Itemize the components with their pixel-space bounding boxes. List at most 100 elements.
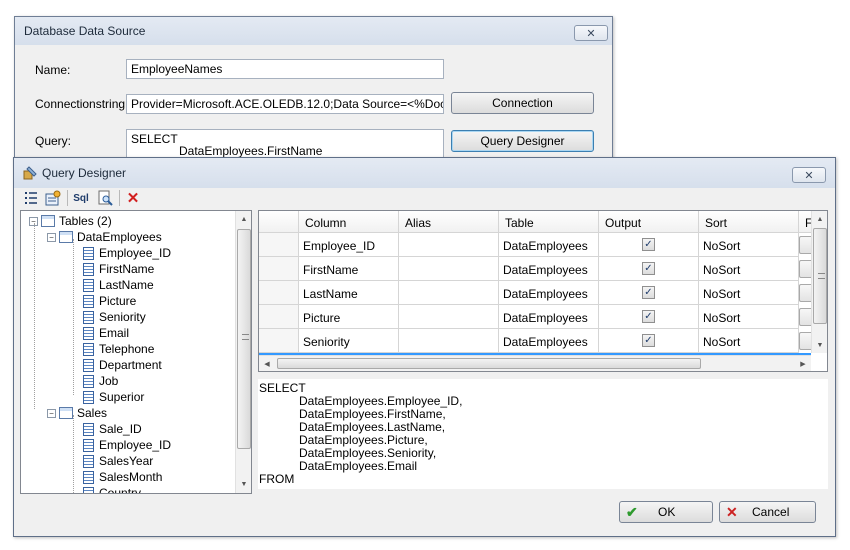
tree-root[interactable]: − Tables (2) xyxy=(29,213,112,229)
collapse-toggle-icon[interactable]: − xyxy=(47,232,56,242)
tree-column[interactable]: SalesYear xyxy=(83,453,153,469)
column-icon xyxy=(83,438,94,452)
grid-cell-dropdown-button[interactable] xyxy=(799,332,811,350)
grid-cell-alias[interactable] xyxy=(399,305,499,329)
grid-cell-output[interactable]: ✓ xyxy=(599,257,699,281)
grid-cell-dropdown-button[interactable] xyxy=(799,260,811,278)
name-field[interactable]: EmployeeNames xyxy=(126,59,444,79)
grid-row-selector[interactable] xyxy=(259,257,299,281)
grid-cell-sort[interactable]: NoSort xyxy=(699,305,799,329)
tree-column[interactable]: Country xyxy=(83,485,141,493)
grid-column-header[interactable]: Sort xyxy=(699,211,799,233)
scroll-left-arrow-icon[interactable]: ◀ xyxy=(259,356,275,371)
tree-column[interactable]: Superior xyxy=(83,389,144,405)
grid-cell-sort[interactable]: NoSort xyxy=(699,281,799,305)
grid-row-selector[interactable] xyxy=(259,305,299,329)
grid-hscroll-thumb[interactable] xyxy=(277,358,701,369)
grid-cell-table[interactable]: DataEmployees xyxy=(499,233,599,257)
grid-cell-table[interactable]: DataEmployees xyxy=(499,305,599,329)
tree-column[interactable]: Employee_ID xyxy=(83,245,171,261)
grid-cell-alias[interactable] xyxy=(399,281,499,305)
tree-column[interactable]: Picture xyxy=(83,293,136,309)
sql-text-area[interactable]: SELECT DataEmployees.Employee_ID, DataEm… xyxy=(258,379,828,489)
collapse-toggle-icon[interactable]: − xyxy=(47,408,56,418)
preview-icon[interactable] xyxy=(96,189,114,207)
connectionstring-field[interactable]: Provider=Microsoft.ACE.OLEDB.12.0;Data S… xyxy=(126,94,444,114)
datasource-close-button[interactable]: ✕ xyxy=(574,25,608,41)
grid-cell-output[interactable]: ✓ xyxy=(599,305,699,329)
scroll-down-arrow-icon[interactable]: ▼ xyxy=(236,476,251,492)
designer-close-button[interactable]: ✕ xyxy=(792,167,826,183)
output-checkbox[interactable]: ✓ xyxy=(642,310,655,323)
tree-table[interactable]: − Sales xyxy=(47,405,107,421)
grid-cell-alias[interactable] xyxy=(399,257,499,281)
column-icon xyxy=(83,326,94,340)
output-checkbox[interactable]: ✓ xyxy=(642,334,655,347)
tree-item-label: LastName xyxy=(99,278,154,292)
grid-cell-alias[interactable] xyxy=(399,329,499,353)
grid-row-selector[interactable] xyxy=(259,233,299,257)
columns-grid[interactable]: Column Alias Table Output Sort F Employee_ID Da… xyxy=(258,210,828,372)
grid-cell-dropdown-button[interactable] xyxy=(799,236,811,254)
grid-cell-output[interactable]: ✓ xyxy=(599,329,699,353)
properties-icon[interactable] xyxy=(44,189,62,207)
tree-column[interactable]: Email xyxy=(83,325,129,341)
tree-vertical-scrollbar[interactable]: ▲ ▼ xyxy=(235,211,251,493)
grid-cell-column[interactable]: Employee_ID xyxy=(299,233,399,257)
grid-column-header[interactable]: Column xyxy=(299,211,399,233)
grid-cell-table[interactable]: DataEmployees xyxy=(499,281,599,305)
grid-cell-table[interactable]: DataEmployees xyxy=(499,329,599,353)
output-checkbox[interactable]: ✓ xyxy=(642,286,655,299)
output-checkbox[interactable]: ✓ xyxy=(642,238,655,251)
grid-cell-column[interactable]: Picture xyxy=(299,305,399,329)
tree-column[interactable]: LastName xyxy=(83,277,154,293)
grid-row-selector[interactable] xyxy=(259,329,299,353)
grid-cell-dropdown-button[interactable] xyxy=(799,284,811,302)
add-table-icon[interactable] xyxy=(22,189,40,207)
scroll-up-arrow-icon[interactable]: ▲ xyxy=(812,211,827,227)
grid-vertical-scrollbar[interactable]: ▲ ▼ xyxy=(811,211,827,353)
grid-scroll-thumb[interactable] xyxy=(813,228,827,324)
grid-column-header[interactable]: Alias xyxy=(399,211,499,233)
grid-column-header[interactable]: Output xyxy=(599,211,699,233)
tree-column[interactable]: Sale_ID xyxy=(83,421,142,437)
scroll-up-arrow-icon[interactable]: ▲ xyxy=(236,211,251,227)
tables-tree[interactable]: − Tables (2) − DataEmployees Employee_ID Firs… xyxy=(20,210,252,494)
connection-button[interactable]: Connection xyxy=(451,92,594,114)
scroll-right-arrow-icon[interactable]: ▶ xyxy=(795,356,811,371)
output-checkbox[interactable]: ✓ xyxy=(642,262,655,275)
grid-cell-column[interactable]: LastName xyxy=(299,281,399,305)
tree-column[interactable]: Seniority xyxy=(83,309,146,325)
grid-column-header[interactable]: Table xyxy=(499,211,599,233)
grid-cell-output[interactable]: ✓ xyxy=(599,281,699,305)
tree-column[interactable]: Telephone xyxy=(83,341,154,357)
tree-column[interactable]: Employee_ID xyxy=(83,437,171,453)
tree-column[interactable]: SalesMonth xyxy=(83,469,162,485)
grid-cell-sort[interactable]: NoSort xyxy=(699,233,799,257)
tree-column[interactable]: Job xyxy=(83,373,118,389)
cancel-button[interactable]: ✕ Cancel xyxy=(719,501,816,523)
tree-table[interactable]: − DataEmployees xyxy=(47,229,162,245)
grid-row-header-corner xyxy=(259,211,299,233)
grid-cell-column[interactable]: FirstName xyxy=(299,257,399,281)
grid-cell-table[interactable]: DataEmployees xyxy=(499,257,599,281)
tree-scroll-thumb[interactable] xyxy=(237,229,251,449)
ok-button[interactable]: ✔ OK xyxy=(619,501,713,523)
grid-cell-output[interactable]: ✓ xyxy=(599,233,699,257)
grid-cell-column[interactable]: Seniority xyxy=(299,329,399,353)
grid-cell-alias[interactable] xyxy=(399,233,499,257)
grid-cell-sort[interactable]: NoSort xyxy=(699,329,799,353)
grid-row-selector[interactable] xyxy=(259,281,299,305)
grid-horizontal-scrollbar[interactable]: ◀ ▶ xyxy=(259,355,811,371)
scroll-down-arrow-icon[interactable]: ▼ xyxy=(812,337,827,353)
grid-cell-dropdown-button[interactable] xyxy=(799,308,811,326)
grid-sql-splitter[interactable] xyxy=(258,374,828,378)
tree-column[interactable]: Department xyxy=(83,357,162,373)
sql-icon[interactable]: Sql xyxy=(72,189,90,207)
delete-icon[interactable]: ✕ xyxy=(124,189,142,207)
datasource-title: Database Data Source xyxy=(24,24,146,38)
query-designer-button[interactable]: Query Designer xyxy=(451,130,594,152)
tree-column[interactable]: FirstName xyxy=(83,261,154,277)
grid-cell-sort[interactable]: NoSort xyxy=(699,257,799,281)
query-designer-app-icon xyxy=(23,166,37,180)
